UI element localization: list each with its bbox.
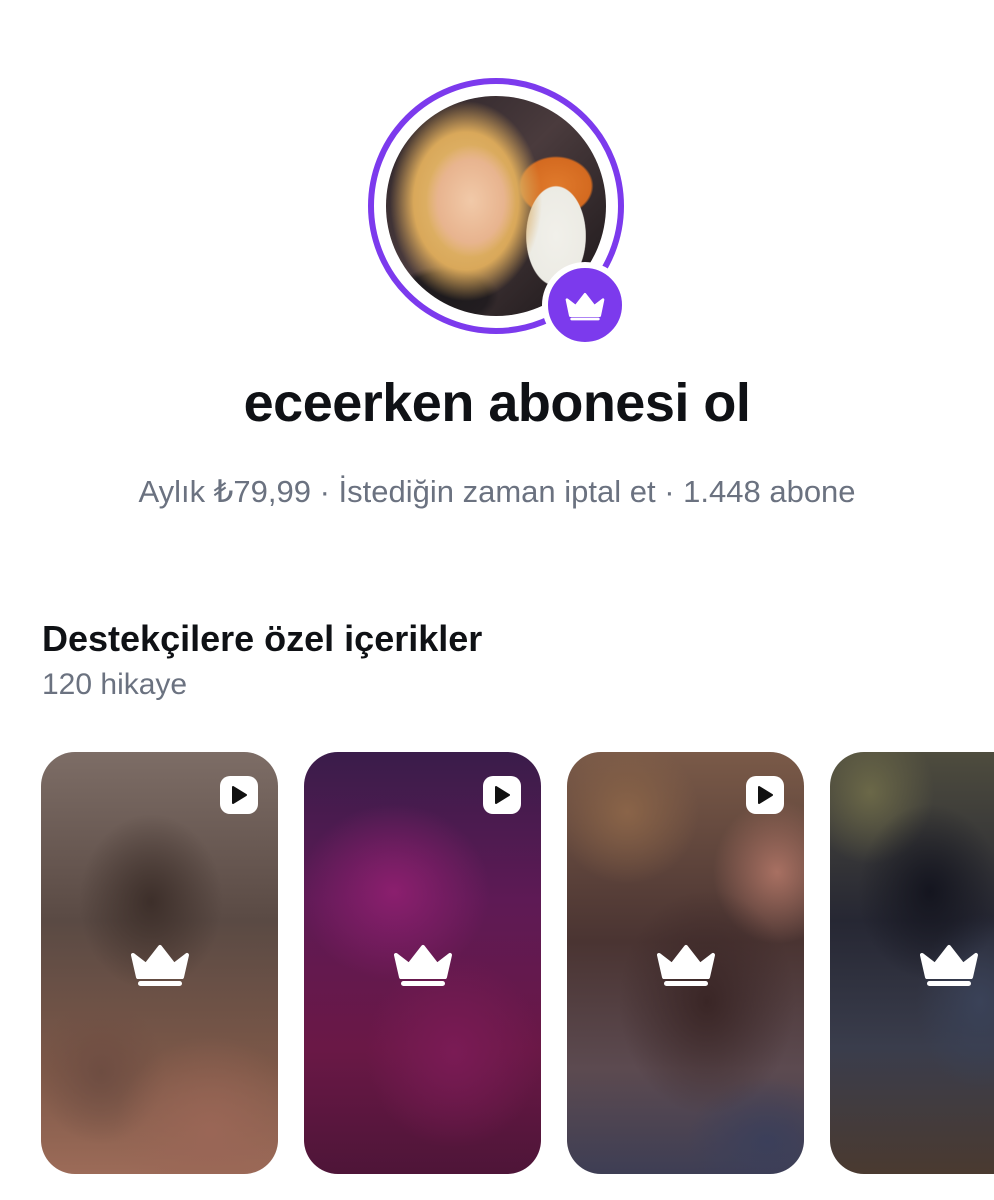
play-icon bbox=[758, 786, 773, 804]
subscribe-page: eceerken abonesi ol Aylık ₺79,99 · İsted… bbox=[0, 0, 994, 1200]
crown-icon bbox=[565, 293, 605, 321]
crown-icon bbox=[393, 945, 452, 986]
exclusive-story-card[interactable] bbox=[567, 752, 804, 1174]
subscriber-badge bbox=[542, 262, 628, 348]
story-count: 120 hikaye bbox=[42, 668, 188, 701]
crown-icon bbox=[130, 945, 189, 986]
page-title: eceerken abonesi ol bbox=[243, 373, 751, 433]
video-badge bbox=[746, 776, 784, 814]
subscription-info: Aylık ₺79,99 · İstediğin zaman iptal et … bbox=[138, 474, 856, 509]
avatar-ring[interactable] bbox=[368, 78, 628, 348]
crown-icon bbox=[919, 945, 978, 986]
exclusive-story-card[interactable] bbox=[41, 752, 278, 1174]
section-title: Destekçilere özel içerikler bbox=[42, 618, 483, 659]
play-icon bbox=[495, 786, 510, 804]
exclusive-story-card[interactable] bbox=[830, 752, 994, 1174]
video-badge bbox=[220, 776, 258, 814]
play-icon bbox=[232, 786, 247, 804]
crown-icon bbox=[656, 945, 715, 986]
video-badge bbox=[483, 776, 521, 814]
exclusive-story-card[interactable] bbox=[304, 752, 541, 1174]
